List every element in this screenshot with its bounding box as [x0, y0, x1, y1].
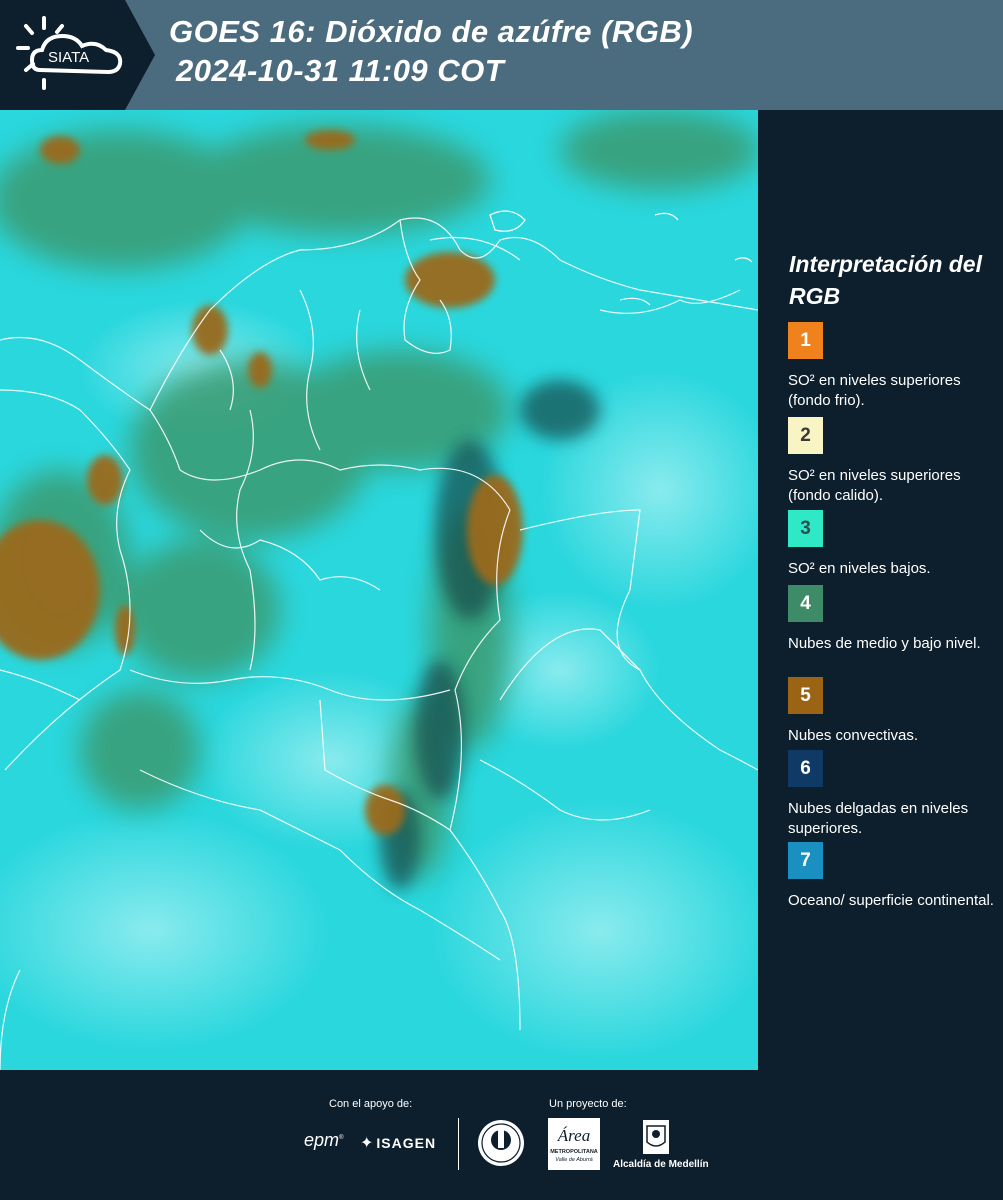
footer-divider [458, 1118, 459, 1170]
area-sub1: METROPOLITANA [550, 1149, 598, 1155]
legend-item: 7 Oceano/ superficie continental. [788, 842, 998, 911]
area-metropolitana-logo[interactable]: Área METROPOLITANA Valle de Aburrá [548, 1118, 600, 1170]
siata-logo-icon: SIATA [0, 0, 155, 110]
legend-swatch: 4 [788, 585, 823, 622]
legend-label: Nubes convectivas. [788, 727, 919, 744]
header-bar: SIATA GOES 16: Dióxido de azúfre (RGB) 2… [0, 0, 1003, 110]
satellite-map[interactable] [0, 110, 758, 1070]
satellite-image-colombia-icon [0, 110, 758, 1070]
area-sub2: Valle de Aburrá [555, 1157, 593, 1163]
legend-label: Nubes delgadas en niveles superiores. [788, 800, 969, 837]
support-label: Con el apoyo de: [329, 1098, 413, 1110]
legend-label: SO² en niveles bajos. [788, 560, 931, 577]
legend-swatch: 3 [788, 510, 823, 547]
legend-label: SO² en niveles superiores (fondo frio). [788, 372, 961, 409]
legend-swatch: 7 [788, 842, 823, 879]
university-seal-logo[interactable] [476, 1118, 526, 1173]
alcaldia-shield-icon [641, 1118, 671, 1161]
legend-item: 1 SO² en niveles superiores (fondo frio)… [788, 322, 998, 411]
footer-bar: Con el apoyo de: Un proyecto de: epm® ✦ I… [0, 1070, 1003, 1200]
epm-logo[interactable]: epm® [304, 1130, 343, 1151]
project-label: Un proyecto de: [549, 1098, 627, 1110]
legend-item: 2 SO² en niveles superiores (fondo calid… [788, 417, 998, 516]
legend-swatch: 6 [788, 750, 823, 787]
legend-label: SO² en niveles superiores (fondo calido)… [788, 467, 961, 504]
legend-item: 6 Nubes delgadas en niveles superiores. [788, 750, 998, 839]
legend-item: 5 Nubes convectivas. [788, 677, 998, 746]
svg-text:SIATA: SIATA [48, 49, 89, 66]
legend-swatch: 1 [788, 322, 823, 359]
legend-label: Oceano/ superficie continental. [788, 892, 994, 909]
isagen-logo[interactable]: ✦ ISAGEN [360, 1133, 436, 1153]
legend-swatch: 2 [788, 417, 823, 454]
legend-item: 3 SO² en niveles bajos. [788, 510, 998, 579]
timestamp: 2024-10-31 11:09 COT [176, 53, 505, 88]
area-title: Área [557, 1126, 591, 1145]
siata-logo[interactable]: SIATA [0, 0, 155, 110]
alcaldia-label[interactable]: Alcaldía de Medellín [613, 1159, 709, 1170]
legend-label: Nubes de medio y bajo nivel. [788, 635, 981, 652]
legend-panel: Interpretación del RGB 1 SO² en niveles … [760, 110, 1003, 1070]
legend-item: 4 Nubes de medio y bajo nivel. [788, 585, 998, 654]
legend-swatch: 5 [788, 677, 823, 714]
seal-icon [478, 1120, 524, 1166]
isagen-mark-icon: ✦ [360, 1135, 375, 1152]
page-title: GOES 16: Dióxido de azúfre (RGB) [169, 14, 694, 49]
legend-title: Interpretación del RGB [789, 251, 982, 309]
